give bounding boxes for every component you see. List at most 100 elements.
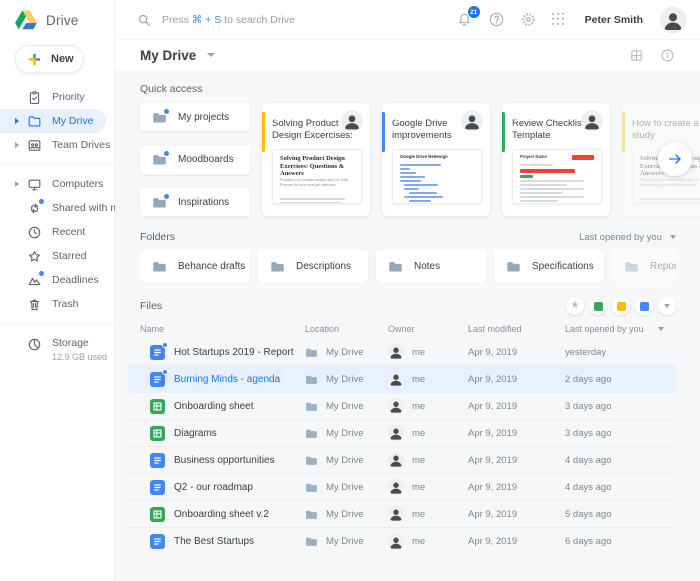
team-drives-icon: [27, 138, 42, 153]
file-row[interactable]: Onboarding sheet v.2 My Drive me Apr 9, …: [128, 501, 676, 528]
page-title-dropdown-caret[interactable]: [207, 53, 215, 57]
quick-access-folder-inspirations[interactable]: Inspirations: [140, 188, 250, 216]
sidebar-item-starred[interactable]: Starred: [0, 244, 114, 268]
docs-filter[interactable]: [635, 297, 653, 315]
column-header-last-opened-by-you[interactable]: Last opened by you: [565, 324, 676, 334]
file-opened: 3 days ago: [565, 428, 676, 439]
sidebar-item-my-drive[interactable]: My Drive: [0, 109, 106, 133]
file-location: My Drive: [326, 374, 363, 385]
docs-file-icon: [150, 372, 165, 387]
expand-caret-icon[interactable]: [15, 181, 19, 187]
file-row[interactable]: Diagrams My Drive me Apr 9, 2019 3 days …: [128, 420, 676, 447]
file-owner: me: [412, 455, 425, 466]
sidebar-item-shared-with-me[interactable]: Shared with me: [0, 196, 114, 220]
folder-card-descriptions[interactable]: Descriptions: [258, 250, 368, 282]
file-row[interactable]: Hot Startups 2019 - Report My Drive me A…: [128, 339, 676, 366]
logo-text: Drive: [46, 13, 79, 28]
file-name: Onboarding sheet: [174, 401, 254, 412]
apps-grid-icon[interactable]: [552, 13, 566, 27]
file-modified: Apr 9, 2019: [468, 509, 565, 520]
starred-filter[interactable]: ★: [566, 297, 584, 315]
folder-icon: [305, 374, 318, 385]
new-button[interactable]: New: [15, 45, 84, 73]
search-icon: [137, 13, 151, 27]
folders-sort-control[interactable]: Last opened by you: [579, 232, 676, 243]
folder-name: Behance drafts: [178, 261, 245, 272]
topbar: Press ⌘ + S to search Drive 21: [115, 0, 700, 40]
quick-access-row: My projects Moodboards Inspirations Solv…: [140, 103, 700, 216]
sidebar-item-storage[interactable]: Storage 12.9 GB used: [0, 337, 114, 362]
quick-access-label: Quick access: [140, 70, 700, 95]
folder-card-reports[interactable]: Reports: [612, 250, 676, 282]
card-accent-bar: [262, 112, 265, 152]
sidebar-item-trash[interactable]: Trash: [0, 292, 114, 316]
file-location: My Drive: [326, 482, 363, 493]
file-row[interactable]: Burning Minds - agenda My Drive me Apr 9…: [128, 366, 676, 393]
file-owner: me: [412, 482, 425, 493]
file-row[interactable]: Q2 - our roadmap My Drive me Apr 9, 2019…: [128, 474, 676, 501]
sidebar-item-label: Recent: [52, 226, 85, 238]
sheets-file-icon: [150, 507, 165, 522]
folder-icon: [305, 455, 318, 466]
quick-access-doc-card[interactable]: Review Checklist Template Project Name: [502, 103, 610, 216]
folder-card-specifications[interactable]: Specifications: [494, 250, 604, 282]
card-accent-bar: [622, 112, 625, 152]
quick-access-doc-card[interactable]: Solving Product Design Excercises: Quest…: [262, 103, 370, 216]
notifications-bell-icon[interactable]: 21: [456, 11, 473, 28]
column-header-name[interactable]: Name: [140, 324, 305, 334]
column-header-owner[interactable]: Owner: [388, 324, 468, 334]
storage-pie-icon: [27, 337, 42, 352]
folder-name: Specifications: [532, 261, 594, 272]
storage-label: Storage: [52, 337, 107, 349]
folder-card-notes[interactable]: Notes: [376, 250, 486, 282]
drive-app: Drive New Priority My Drive Team Drives: [0, 0, 700, 581]
quick-access-doc-card[interactable]: Google Drive improvements Google Drive R…: [382, 103, 490, 216]
sidebar-item-priority[interactable]: Priority: [0, 85, 114, 109]
file-owner: me: [412, 428, 425, 439]
quick-access-folder-moodboards[interactable]: Moodboards: [140, 146, 250, 174]
file-type-filters: ★: [566, 297, 676, 315]
expand-caret-icon[interactable]: [15, 118, 19, 124]
my-drive-icon: [27, 114, 42, 129]
settings-gear-icon[interactable]: [520, 11, 537, 28]
column-header-location[interactable]: Location: [305, 324, 388, 334]
file-owner: me: [412, 374, 425, 385]
sidebar-item-recent[interactable]: Recent: [0, 220, 114, 244]
user-avatar[interactable]: [660, 7, 686, 33]
folder-icon: [305, 536, 318, 547]
owner-avatar: [388, 479, 404, 495]
carousel-next-button[interactable]: [658, 142, 692, 176]
file-name: Diagrams: [174, 428, 217, 439]
file-modified: Apr 9, 2019: [468, 428, 565, 439]
trash-icon: [27, 297, 42, 312]
computer-icon: [27, 177, 42, 192]
slides-filter[interactable]: [612, 297, 630, 315]
file-row[interactable]: Onboarding sheet My Drive me Apr 9, 2019…: [128, 393, 676, 420]
shared-icon: [27, 201, 42, 216]
quick-access-folder-my-projects[interactable]: My projects: [140, 103, 250, 131]
folder-card-behance-drafts[interactable]: Behance drafts: [140, 250, 250, 282]
filters-more-button[interactable]: [658, 297, 676, 315]
notification-badge: 21: [468, 6, 480, 18]
file-opened: yesterday: [565, 347, 676, 358]
search-placeholder: Press ⌘ + S to search Drive: [162, 14, 295, 26]
quick-access-folders: My projects Moodboards Inspirations: [140, 103, 250, 216]
sheets-filter[interactable]: [589, 297, 607, 315]
slides-file-icon: [617, 302, 626, 311]
sidebar-item-computers[interactable]: Computers: [0, 172, 114, 196]
grid-view-icon[interactable]: [629, 48, 644, 63]
sidebar-item-team-drives[interactable]: Team Drives: [0, 133, 114, 157]
info-icon[interactable]: [660, 48, 675, 63]
expand-caret-icon[interactable]: [15, 142, 19, 148]
file-row[interactable]: The Best Startups My Drive me Apr 9, 201…: [128, 528, 676, 555]
clock-icon: [27, 225, 42, 240]
file-row[interactable]: Business opportunities My Drive me Apr 9…: [128, 447, 676, 474]
drive-logo[interactable]: Drive: [0, 0, 114, 40]
main-area: Press ⌘ + S to search Drive 21: [115, 0, 700, 581]
column-header-last-modified[interactable]: Last modified: [468, 324, 565, 334]
search-bar[interactable]: Press ⌘ + S to search Drive: [137, 13, 456, 27]
folder-name: Reports: [650, 261, 676, 272]
help-icon[interactable]: [488, 11, 505, 28]
sidebar-item-deadlines[interactable]: Deadlines: [0, 268, 114, 292]
sidebar-divider: [0, 323, 114, 324]
